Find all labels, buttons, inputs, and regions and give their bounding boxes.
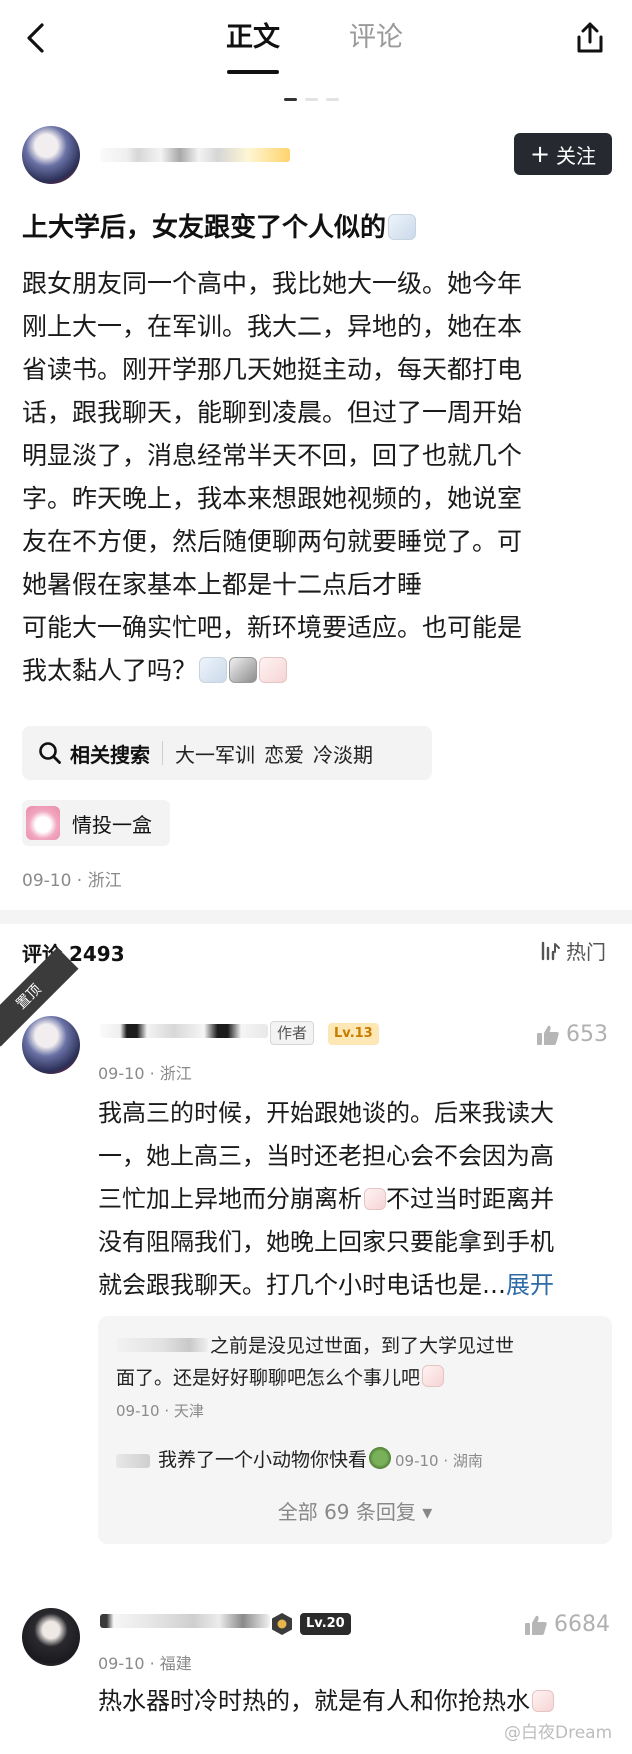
post-line: 字。昨天晚上，我本来想跟她视频的，她说室 xyxy=(22,484,523,513)
comment-line: 没有阻隔我们，她晚上回家只要能拿到手机 xyxy=(98,1228,554,1256)
turtle-emoji-icon xyxy=(369,1447,392,1469)
post-line: 友在不方便，然后随便聊两句就要睡觉了。可 xyxy=(22,527,523,556)
comment-line: 一，她上高三，当时还老担心会不会因为高 xyxy=(98,1142,554,1170)
reply-line: 面了。还是好好聊聊吧怎么个事儿吧 xyxy=(116,1362,606,1394)
topic-label: 情投一盒 xyxy=(72,812,152,837)
badge-icon xyxy=(272,1613,292,1635)
replier-name-redacted xyxy=(116,1454,150,1468)
topic-icon xyxy=(26,806,60,840)
like-count: 653 xyxy=(566,1022,608,1047)
related-keyword[interactable]: 大一军训 xyxy=(175,739,255,768)
post-line-last: 我太黏人了吗？ xyxy=(22,649,612,692)
tab-comments[interactable]: 评论 xyxy=(349,18,403,58)
comment-body: 热水器时冷时热的，就是有人和你抢热水 xyxy=(98,1680,612,1723)
commenter-name-redacted xyxy=(100,1614,270,1628)
post-line: 话，跟我聊天，能聊到凌晨。但过了一周开始 xyxy=(22,398,523,427)
replies-box: 之前是没见过世面，到了大学见过世 面了。还是好好聊聊吧怎么个事儿吧 09-10 … xyxy=(98,1316,612,1544)
tab-article[interactable]: 正文 xyxy=(226,18,280,58)
commenter-name-redacted xyxy=(100,1024,268,1038)
emoji-icon xyxy=(229,657,258,683)
emoji-icon xyxy=(532,1690,554,1712)
post-line: 刚上大一，在军训。我大二，异地的，她在本 xyxy=(22,312,523,341)
thumb-up-icon xyxy=(524,1614,548,1636)
replier-name-redacted xyxy=(116,1338,208,1352)
comment-line: 热水器时冷时热的，就是有人和你抢热水 xyxy=(98,1680,612,1723)
back-button[interactable] xyxy=(18,18,52,58)
plus-icon: + xyxy=(529,140,551,168)
back-arrow-icon xyxy=(27,23,44,53)
post-title-text: 上大学后，女友跟变了个人似的 xyxy=(22,213,387,243)
share-button[interactable] xyxy=(572,18,608,58)
comment-line-text: 不过当时距离并 xyxy=(386,1185,554,1213)
follow-label: 关注 xyxy=(556,143,597,168)
watermark: @白夜Dream xyxy=(504,1723,613,1743)
post-line: 跟女朋友同一个高中，我比她大一级。她今年 xyxy=(22,269,523,298)
emoji-icon xyxy=(422,1365,445,1387)
comment-line: 三忙加上异地而分崩离析 不过当时距离并 xyxy=(98,1178,612,1221)
post-line: 她暑假在家基本上都是十二点后才睡 xyxy=(22,570,423,599)
reply-line-text: 面了。还是好好聊聊吧怎么个事儿吧 xyxy=(116,1367,421,1389)
level-badge: Lv.20 xyxy=(300,1613,351,1635)
emoji-icon xyxy=(388,214,417,240)
like-count: 6684 xyxy=(554,1612,610,1637)
page-indicator xyxy=(284,98,339,101)
reply-item[interactable]: 我养了一个小动物你快看 09-10 · 湖南 xyxy=(158,1444,483,1477)
level-badge: Lv.13 xyxy=(328,1023,379,1045)
related-search-divider xyxy=(162,741,163,765)
comment-meta: 09-10 · 福建 xyxy=(98,1654,192,1673)
like-button[interactable]: 653 xyxy=(536,1022,608,1047)
active-tab-indicator xyxy=(227,70,279,74)
post-line: 明显淡了，消息经常半天不回，回了也就几个 xyxy=(22,441,523,470)
comment-line-text: 三忙加上异地而分崩离析 xyxy=(98,1185,362,1213)
follow-button[interactable]: + 关注 xyxy=(514,133,612,175)
comment-line: 我高三的时候，开始跟她谈的。后来我读大 xyxy=(98,1099,554,1127)
post-body: 跟女朋友同一个高中，我比她大一级。她今年 刚上大一，在军训。我大二，异地的，她在… xyxy=(22,262,612,692)
reply-item-cont: 面了。还是好好聊聊吧怎么个事儿吧 xyxy=(116,1362,606,1394)
topic-chip[interactable]: 情投一盒 xyxy=(22,800,170,846)
post-line-text: 我太黏人了吗？ xyxy=(22,656,198,685)
commenter-avatar[interactable] xyxy=(22,1016,80,1074)
post-line: 可能大一确实忙吧，新环境要适应。也可能是 xyxy=(22,613,523,642)
sort-icon xyxy=(541,941,560,960)
reply-item[interactable]: 之前是没见过世面，到了大学见过世 xyxy=(210,1330,606,1362)
emoji-icon xyxy=(199,657,228,683)
view-all-replies-button[interactable]: 全部 69 条回复 ▾ xyxy=(98,1496,612,1525)
share-icon xyxy=(577,22,603,53)
search-icon xyxy=(39,742,61,764)
related-search-bar[interactable]: 相关搜索 大一军训 恋爱 冷淡期 xyxy=(22,726,432,780)
commenter-avatar[interactable] xyxy=(22,1608,80,1666)
post-title: 上大学后，女友跟变了个人似的 xyxy=(22,208,417,248)
post-line: 省读书。刚开学那几天她挺主动，每天都打电 xyxy=(22,355,523,384)
related-keyword[interactable]: 冷淡期 xyxy=(313,739,373,768)
like-button[interactable]: 6684 xyxy=(524,1612,610,1637)
expand-link[interactable]: 展开 xyxy=(506,1271,554,1299)
author-avatar[interactable] xyxy=(22,126,80,184)
author-name-redacted xyxy=(100,148,290,162)
sort-button[interactable]: 热门 xyxy=(540,936,606,965)
post-meta: 09-10 · 浙江 xyxy=(22,871,122,891)
reply-text: 我养了一个小动物你快看 xyxy=(158,1449,368,1471)
sort-label: 热门 xyxy=(566,940,606,964)
comment-meta: 09-10 · 浙江 xyxy=(98,1064,192,1083)
emoji-icon xyxy=(259,657,288,683)
author-badge: 作者 xyxy=(270,1021,315,1045)
related-search-label: 相关搜索 xyxy=(70,742,150,767)
emoji-icon xyxy=(364,1188,386,1210)
comment-body: 我高三的时候，开始跟她谈的。后来我读大 一，她上高三，当时还老担心会不会因为高 … xyxy=(98,1092,612,1307)
section-divider xyxy=(0,910,632,924)
reply-meta: 09-10 · 湖南 xyxy=(395,1452,483,1470)
reply-meta: 09-10 · 天津 xyxy=(116,1402,204,1420)
comment-line-text: 就会跟我聊天。打几个小时电话也是… xyxy=(98,1271,506,1299)
related-keyword[interactable]: 恋爱 xyxy=(264,739,304,768)
comment-line-text: 热水器时冷时热的，就是有人和你抢热水 xyxy=(98,1687,530,1715)
top-nav-bar: 正文 评论 xyxy=(0,0,632,80)
reply-line: 之前是没见过世面，到了大学见过世 xyxy=(210,1335,515,1357)
comment-line: 就会跟我聊天。打几个小时电话也是…展开 xyxy=(98,1264,612,1307)
thumb-up-icon xyxy=(536,1024,560,1046)
